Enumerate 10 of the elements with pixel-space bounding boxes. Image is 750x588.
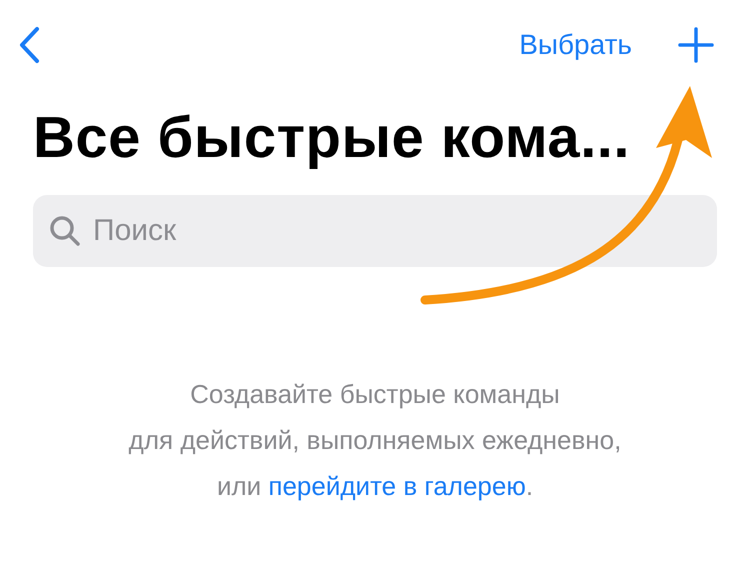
search-icon — [49, 215, 81, 247]
plus-icon — [678, 27, 714, 63]
search-bar[interactable]: Поиск — [33, 195, 717, 267]
select-button[interactable]: Выбрать — [519, 29, 632, 61]
page-title: Все быстрые кома... — [33, 104, 630, 171]
back-icon — [18, 26, 40, 64]
gallery-link[interactable]: перейдите в галерею — [268, 471, 526, 501]
search-field[interactable]: Поиск — [91, 213, 701, 249]
add-button[interactable] — [678, 27, 714, 63]
empty-state-message: Создавайте быстрые команды для действий, выполняемых ежедневно, или перейдите в галерею. — [128, 378, 622, 503]
